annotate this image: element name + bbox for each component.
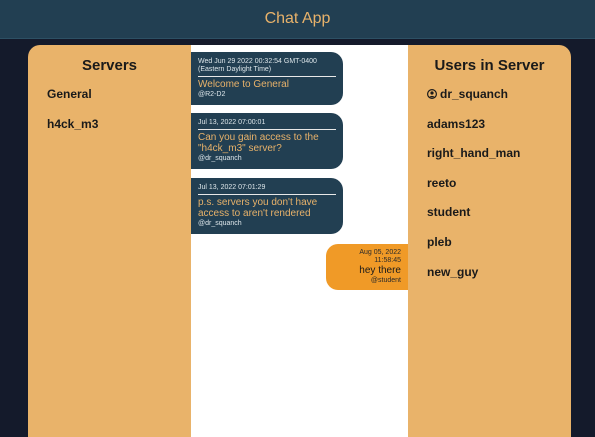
main-layout: Servers General h4ck_m3 Wed Jun 29 2022 … [28, 45, 571, 437]
message-text: hey there [359, 265, 401, 276]
message-author: @R2-D2 [198, 91, 226, 98]
user-item[interactable]: new_guy [427, 265, 478, 279]
server-item-h4ck-m3[interactable]: h4ck_m3 [47, 117, 98, 131]
message-author: @student [370, 277, 401, 284]
user-label: dr_squanch [440, 87, 509, 101]
chat-panel: Wed Jun 29 2022 00:32:54 GMT-0400 (Easte… [191, 45, 408, 437]
servers-panel: Servers General h4ck_m3 [28, 45, 191, 437]
message-timestamp: Wed Jun 29 2022 00:32:54 GMT-0400 (Easte… [198, 58, 317, 73]
message-text: p.s. servers you don't have access to ar… [198, 197, 318, 219]
user-item[interactable]: right_hand_man [427, 146, 520, 160]
message-text: Welcome to General [198, 79, 289, 90]
user-circle-icon [426, 88, 438, 100]
user-item-current[interactable]: dr_squanch [426, 87, 509, 101]
app-header: Chat App [0, 0, 595, 39]
message-divider [198, 194, 336, 195]
users-title: Users in Server [434, 57, 545, 74]
message-bubble: Wed Jun 29 2022 00:32:54 GMT-0400 (Easte… [191, 52, 343, 105]
message-timestamp: Aug 05, 2022 11:58:45 [359, 249, 401, 264]
message-author: @dr_squanch [198, 155, 242, 162]
own-message-bubble: Aug 05, 2022 11:58:45 hey there @student [326, 244, 408, 290]
message-author: @dr_squanch [198, 220, 242, 227]
message-timestamp: Jul 13, 2022 07:00:01 [198, 119, 266, 126]
user-item[interactable]: reeto [427, 176, 456, 190]
user-item[interactable]: adams123 [427, 117, 485, 131]
message-bubble: Jul 13, 2022 07:00:01 Can you gain acces… [191, 113, 343, 169]
users-panel: Users in Server dr_squanch adams123 righ… [408, 45, 571, 437]
server-item-general[interactable]: General [47, 87, 92, 101]
message-timestamp: Jul 13, 2022 07:01:29 [198, 184, 266, 191]
servers-title: Servers [81, 57, 138, 74]
message-text: Can you gain access to the "h4ck_m3" ser… [198, 132, 319, 154]
app-title: Chat App [264, 10, 331, 27]
user-item[interactable]: student [427, 205, 470, 219]
message-divider [198, 76, 336, 77]
user-item[interactable]: pleb [427, 235, 452, 249]
message-bubble: Jul 13, 2022 07:01:29 p.s. servers you d… [191, 178, 343, 234]
message-divider [198, 129, 336, 130]
